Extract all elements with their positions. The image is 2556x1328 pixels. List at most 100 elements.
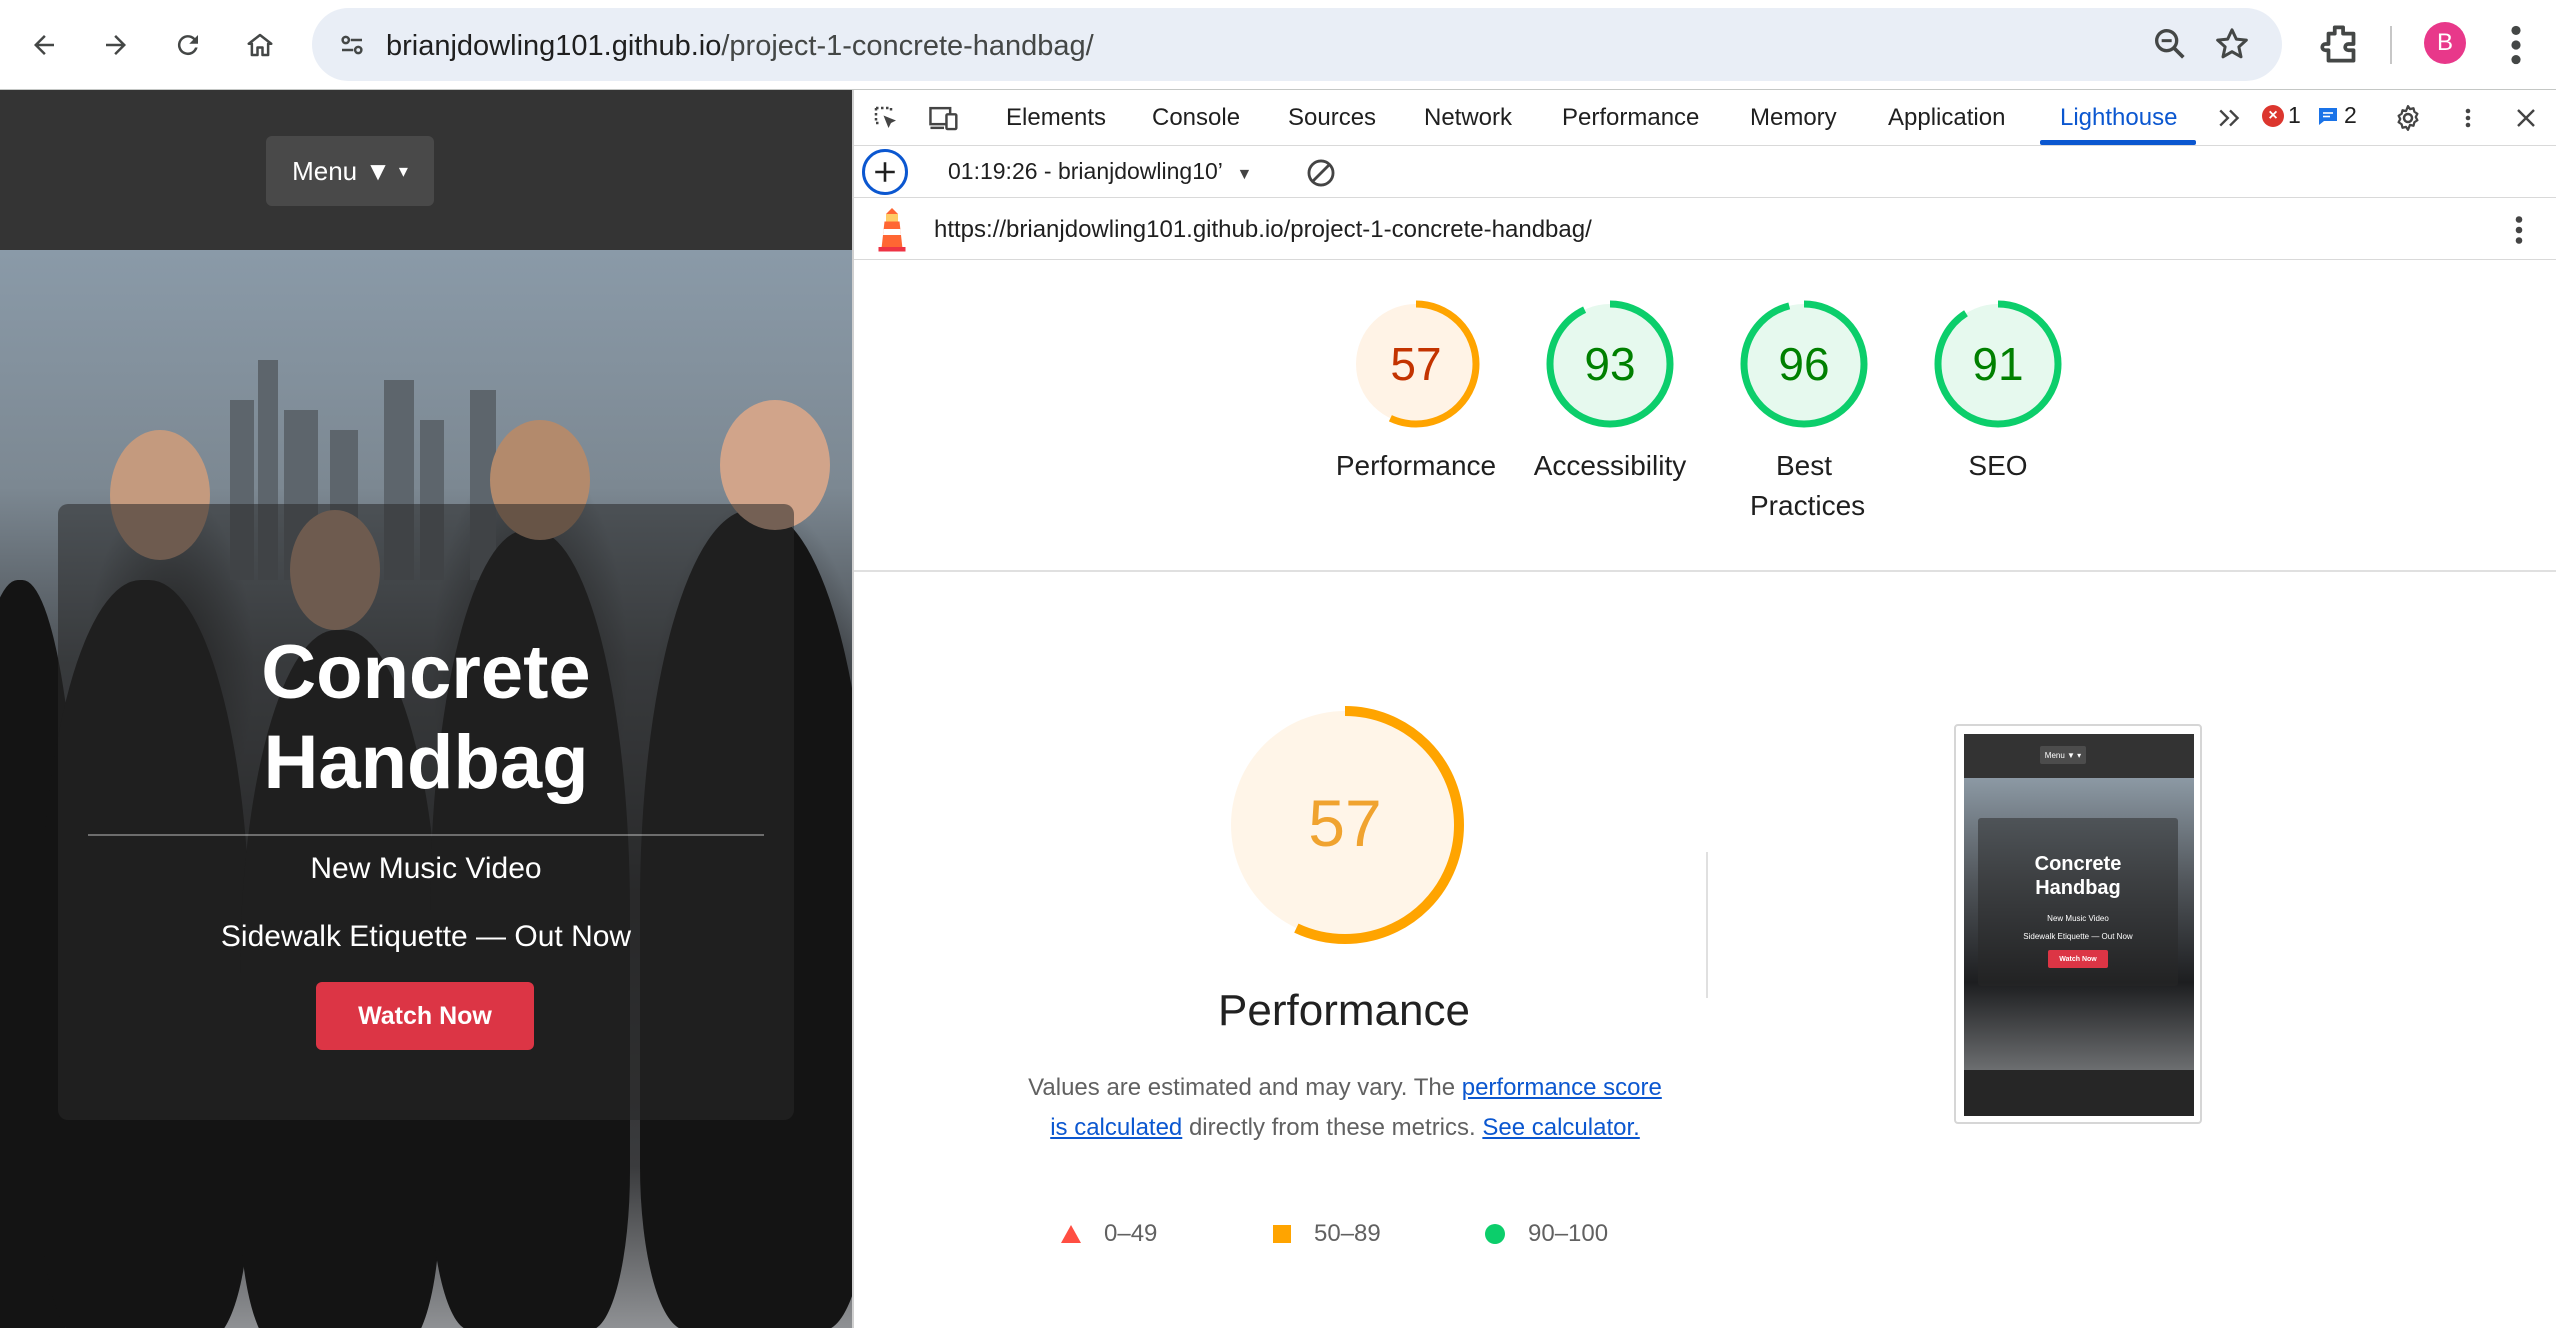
bookmark-star-icon[interactable] (2212, 24, 2252, 64)
gauge-score: 96 (1778, 338, 1829, 390)
thumbnail-menu: Menu ▼ ▾ (2040, 746, 2086, 764)
tab-elements[interactable]: Elements (1006, 104, 1106, 132)
vertical-divider (1706, 852, 1708, 998)
gauge-score: 57 (1390, 338, 1441, 390)
devtools-settings-gear-icon[interactable] (2390, 100, 2426, 136)
hero-divider (88, 834, 764, 836)
home-button[interactable] (236, 21, 284, 69)
tab-application[interactable]: Application (1888, 104, 2005, 132)
new-report-button[interactable] (862, 149, 908, 195)
thumbnail-header: Menu ▼ ▾ (1964, 734, 2194, 778)
gauge-ring: 93 (1546, 300, 1674, 428)
legend-fail-range: 0–49 (1104, 1220, 1158, 1247)
message-count: 2 (2344, 102, 2357, 128)
profile-avatar[interactable]: B (2424, 22, 2466, 64)
gauge-seo[interactable]: 91 SEO (1908, 298, 2088, 486)
page-viewport: Menu ▼ ▾ Concrete Handbag New Music Vide… (0, 90, 852, 1328)
arrow-right-icon (106, 35, 126, 55)
devtools-tabbar: Elements Console Sources Network Perform… (854, 90, 2556, 146)
zoom-icon[interactable] (2150, 24, 2190, 64)
gauge-best-practices[interactable]: 96 Best Practices (1714, 298, 1894, 526)
thumbnail-image: Menu ▼ ▾ Concrete Handbag New Music Vide… (1964, 734, 2194, 1116)
tune-icon (341, 35, 363, 55)
chrome-menu-icon[interactable] (2496, 20, 2536, 70)
gauge-performance[interactable]: 57 Performance (1326, 298, 1506, 486)
tab-sources[interactable]: Sources (1288, 104, 1376, 132)
hero-tagline: Sidewalk Etiquette — Out Now (220, 920, 632, 953)
tab-memory[interactable]: Memory (1750, 104, 1837, 132)
desc-prefix: Values are estimated and may vary. The (1028, 1074, 1462, 1101)
close-devtools-icon[interactable] (2508, 100, 2544, 136)
reload-button[interactable] (164, 21, 212, 69)
tab-lighthouse[interactable]: Lighthouse (2060, 104, 2177, 132)
url-text[interactable]: brianjdowling101.github.io/project-1-con… (386, 30, 1094, 63)
gauge-ring: 91 (1934, 300, 2062, 428)
caret-down-icon: ▾ (398, 160, 408, 181)
legend-fail: 0–49 (1060, 1220, 1157, 1248)
site-info-button[interactable] (330, 23, 374, 67)
menu-arrow-icon: ▼ (365, 155, 391, 186)
reload-icon (177, 35, 198, 56)
performance-description: Values are estimated and may vary. The p… (1022, 1068, 1668, 1148)
gauge-label: SEO (1968, 450, 2028, 481)
lighthouse-logo-icon (878, 208, 906, 252)
gauge-accessibility[interactable]: 93 Accessibility (1520, 298, 1700, 486)
tab-console[interactable]: Console (1152, 104, 1240, 132)
error-count: 1 (2288, 102, 2301, 128)
hero-subtitle: New Music Video (310, 852, 542, 885)
report-select-label: 01:19:26 - brianjdowling10’ (948, 158, 1223, 184)
square-icon (1273, 1225, 1291, 1243)
url-host: brianjdowling101.github.io (386, 30, 722, 62)
active-tab-indicator (2040, 140, 2196, 145)
thumbnail-hero: Concrete Handbag New Music Video Sidewal… (1964, 778, 2194, 1070)
site-header: Menu ▼ ▾ (0, 90, 852, 250)
devtools-more-icon[interactable] (2450, 100, 2486, 136)
gauge-ring: 57 (1352, 300, 1480, 428)
more-tabs-chevron-icon[interactable] (2212, 100, 2248, 136)
gauge-ring: 96 (1740, 300, 1868, 428)
error-counter[interactable]: × 1 (2262, 102, 2301, 129)
report-menu-icon[interactable] (2504, 212, 2534, 248)
section-divider (854, 570, 2556, 572)
plus-icon (875, 162, 895, 182)
legend-pass: 90–100 (1484, 1220, 1608, 1248)
thumbnail-subtitle: New Music Video (2047, 914, 2109, 923)
gauge-label: Best Practices (1750, 450, 1866, 521)
inspect-element-icon[interactable] (868, 100, 904, 136)
gauge-score: 93 (1584, 338, 1635, 390)
url-path: /project-1-concrete-handbag/ (721, 30, 1094, 62)
legend-pass-range: 90–100 (1528, 1220, 1609, 1247)
report-url-bar: https://brianjdowling101.github.io/proje… (854, 198, 2556, 260)
message-counter[interactable]: 2 (2316, 102, 2357, 129)
hero-title: Concrete Handbag (261, 630, 591, 805)
clear-reports-icon[interactable] (1304, 156, 1338, 190)
toolbar-divider (2390, 26, 2392, 64)
thumbnail-tagline: Sidewalk Etiquette — Out Now (2023, 932, 2133, 941)
hero-image: Concrete Handbag New Music Video Sidewal… (0, 250, 852, 1328)
address-bar[interactable]: brianjdowling101.github.io/project-1-con… (312, 8, 2282, 81)
thumbnail-watch-button: Watch Now (2048, 950, 2108, 968)
dropdown-caret-icon: ▼ (1236, 166, 1253, 183)
tab-network[interactable]: Network (1424, 104, 1512, 132)
message-icon (2319, 107, 2337, 125)
forward-button[interactable] (92, 21, 140, 69)
legend-average-range: 50–89 (1314, 1220, 1381, 1247)
device-toolbar-icon[interactable] (926, 100, 962, 136)
menu-dropdown-button[interactable]: Menu ▼ ▾ (266, 136, 434, 206)
page-screenshot-thumbnail[interactable]: Menu ▼ ▾ Concrete Handbag New Music Vide… (1954, 724, 2202, 1124)
extensions-icon[interactable] (2316, 19, 2366, 69)
report-url[interactable]: https://brianjdowling101.github.io/proje… (934, 216, 1592, 244)
watch-now-button[interactable]: Watch Now (316, 982, 534, 1050)
gauge-label: Performance (1335, 450, 1497, 481)
arrow-left-icon (34, 35, 54, 55)
tab-performance[interactable]: Performance (1562, 104, 1699, 132)
report-selector[interactable]: 01:19:26 - brianjdowling10’ ▼ (948, 158, 1252, 185)
hero-card: Concrete Handbag New Music Video Sidewal… (58, 504, 794, 1120)
see-calculator-link[interactable]: See calculator. (1482, 1114, 1639, 1141)
devtools-panel: Elements Console Sources Network Perform… (852, 90, 2556, 1328)
score-legend: 0–49 50–89 90–100 (1060, 1220, 1760, 1260)
desc-middle: directly from these metrics. (1182, 1114, 1483, 1141)
error-icon: × (2262, 104, 2284, 127)
performance-score-gauge: 57 (1226, 706, 1464, 944)
back-button[interactable] (20, 21, 68, 69)
